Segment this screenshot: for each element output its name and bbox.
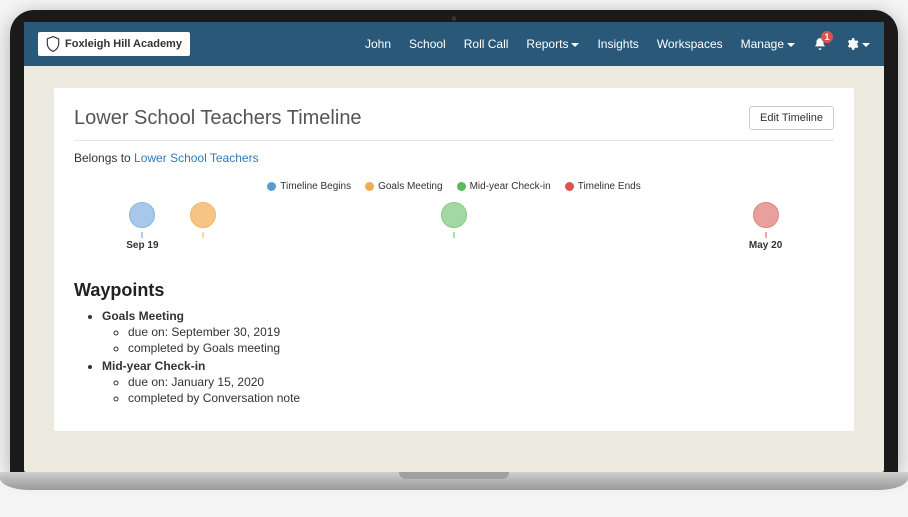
legend: Timeline Begins Goals Meeting Mid-year C… <box>74 181 834 192</box>
timeline-track: Sep 19 May 20 <box>74 202 834 262</box>
settings-menu[interactable] <box>845 37 870 51</box>
nav-school[interactable]: School <box>409 37 446 51</box>
nav-insights[interactable]: Insights <box>597 37 638 51</box>
waypoints-list: Goals Meeting due on: September 30, 2019… <box>74 309 834 405</box>
timeline-start-label: Sep 19 <box>126 240 158 251</box>
waypoint-item: Goals Meeting due on: September 30, 2019… <box>102 309 834 355</box>
belongs-link[interactable]: Lower School Teachers <box>134 151 259 165</box>
chevron-down-icon <box>571 43 579 47</box>
shield-icon <box>46 36 60 52</box>
belongs-to-line: Belongs to Lower School Teachers <box>74 151 834 165</box>
timeline-node-begins[interactable] <box>129 202 155 228</box>
page-title: Lower School Teachers Timeline <box>74 107 749 130</box>
brand-text: Foxleigh Hill Academy <box>65 38 182 50</box>
nav-user[interactable]: John <box>365 37 391 51</box>
chevron-down-icon <box>862 43 870 47</box>
legend-item-goals: Goals Meeting <box>365 181 442 192</box>
dot-icon <box>365 182 374 191</box>
laptop-base <box>0 472 908 490</box>
waypoint-due: due on: September 30, 2019 <box>128 325 834 339</box>
legend-item-begins: Timeline Begins <box>267 181 351 192</box>
brand-logo[interactable]: Foxleigh Hill Academy <box>38 32 190 56</box>
waypoint-item: Mid-year Check-in due on: January 15, 20… <box>102 359 834 405</box>
notifications-button[interactable]: 1 <box>813 37 827 51</box>
tick-ends <box>765 232 766 238</box>
tick-midyear <box>454 232 455 238</box>
tick-begins <box>142 232 143 238</box>
timeline-card: Lower School Teachers Timeline Edit Time… <box>54 88 854 431</box>
navbar: Foxleigh Hill Academy John School Roll C… <box>24 22 884 66</box>
waypoints-heading: Waypoints <box>74 280 834 301</box>
chevron-down-icon <box>787 43 795 47</box>
dot-icon <box>457 182 466 191</box>
timeline-node-ends[interactable] <box>753 202 779 228</box>
nav-manage[interactable]: Manage <box>741 37 795 51</box>
waypoint-completed: completed by Conversation note <box>128 391 834 405</box>
dot-icon <box>565 182 574 191</box>
nav-roll-call[interactable]: Roll Call <box>464 37 509 51</box>
nav-workspaces[interactable]: Workspaces <box>657 37 723 51</box>
timeline-end-label: May 20 <box>749 240 782 251</box>
waypoint-due: due on: January 15, 2020 <box>128 375 834 389</box>
legend-item-midyear: Mid-year Check-in <box>457 181 551 192</box>
timeline-node-midyear[interactable] <box>441 202 467 228</box>
nav-reports[interactable]: Reports <box>526 37 579 51</box>
timeline-node-goals[interactable] <box>190 202 216 228</box>
dot-icon <box>267 182 276 191</box>
legend-item-ends: Timeline Ends <box>565 181 641 192</box>
waypoint-completed: completed by Goals meeting <box>128 341 834 355</box>
tick-goals <box>203 232 204 238</box>
waypoint-title: Goals Meeting <box>102 309 184 323</box>
edit-timeline-button[interactable]: Edit Timeline <box>749 106 834 130</box>
gear-icon <box>845 37 859 51</box>
belongs-prefix: Belongs to <box>74 151 134 165</box>
notification-badge: 1 <box>821 31 833 43</box>
waypoint-title: Mid-year Check-in <box>102 359 205 373</box>
